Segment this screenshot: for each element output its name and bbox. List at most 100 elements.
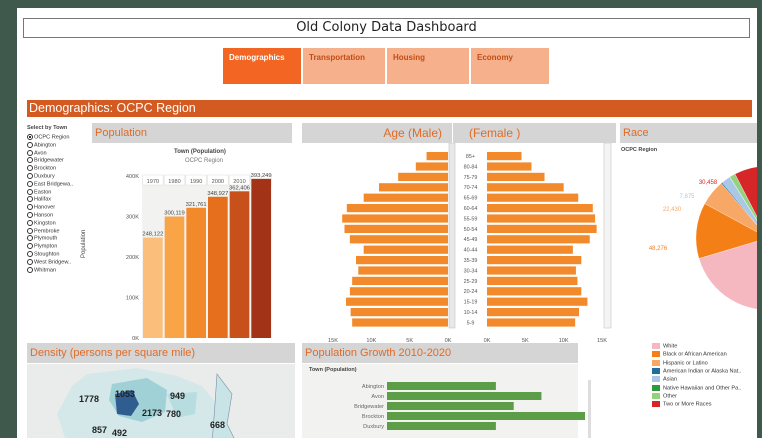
- age-male-title: Age (Male): [302, 123, 452, 143]
- tab-demographics[interactable]: Demographics: [223, 48, 301, 84]
- age-group-label: 15-19: [464, 300, 478, 306]
- town-option[interactable]: Easton: [27, 188, 52, 196]
- legend-item: Asian: [652, 376, 677, 383]
- town-option[interactable]: Hanson: [27, 212, 53, 218]
- legend-item: Native Hawaiian and Other Pa..: [652, 384, 741, 391]
- bar-value-label: 393,249: [251, 173, 272, 179]
- age-group-label: 80-84: [464, 164, 478, 170]
- density-map[interactable]: 1778 1053 949 2173 780 668 857 492: [27, 364, 295, 438]
- radio-icon[interactable]: [27, 134, 33, 140]
- town-option[interactable]: Plympton: [27, 243, 57, 250]
- radio-icon[interactable]: [27, 204, 33, 211]
- tab-economy[interactable]: Economy: [471, 48, 549, 84]
- age-group-label: 70-74: [464, 185, 478, 191]
- male-age-bar: [350, 308, 448, 317]
- x-tick-label: 1990: [190, 179, 202, 185]
- town-option-label: Easton: [34, 189, 52, 196]
- radio-icon[interactable]: [27, 266, 33, 273]
- y-tick-label: 100K: [126, 296, 139, 302]
- male-age-bar: [342, 214, 448, 223]
- population-ylabel: Population: [81, 229, 87, 258]
- growth-town-label: Bridgewater: [354, 404, 384, 410]
- growth-bar: [387, 412, 585, 420]
- female-age-bar: [487, 193, 579, 202]
- growth-bar: [387, 382, 496, 390]
- age-group-label: 20-24: [464, 289, 478, 295]
- radio-icon[interactable]: [27, 165, 33, 172]
- y-tick-label: 300K: [126, 215, 139, 221]
- female-age-bar: [487, 172, 545, 181]
- radio-icon[interactable]: [27, 188, 33, 195]
- radio-icon[interactable]: [27, 141, 33, 148]
- town-option[interactable]: Plymouth: [27, 235, 58, 242]
- radio-icon[interactable]: [27, 149, 33, 156]
- radio-icon[interactable]: [27, 173, 33, 179]
- town-option[interactable]: Brockton: [27, 165, 56, 172]
- town-option[interactable]: Stoughton: [27, 251, 60, 257]
- radio-icon[interactable]: [27, 243, 33, 250]
- town-option[interactable]: Kingston: [27, 219, 56, 227]
- town-option[interactable]: Abington: [27, 141, 57, 149]
- male-age-bar: [349, 287, 448, 296]
- town-option-label: Abington: [34, 142, 57, 149]
- radio-icon[interactable]: [27, 251, 33, 257]
- town-option[interactable]: Halifax: [27, 196, 51, 203]
- tab-housing[interactable]: Housing: [387, 48, 469, 84]
- town-option-label: Stoughton: [34, 251, 60, 258]
- density-label: 949: [170, 391, 185, 401]
- radio-icon[interactable]: [27, 219, 33, 226]
- x-tick-label: 1970: [147, 179, 159, 185]
- race-pie-chart: 30,458 7,875 22,430 48,276: [649, 166, 757, 310]
- female-x-tick-label: 15K: [597, 338, 607, 343]
- town-option-label: East Bridgewa..: [34, 181, 74, 188]
- female-age-bar: [487, 183, 564, 192]
- radio-icon[interactable]: [27, 180, 33, 187]
- radio-icon[interactable]: [27, 196, 33, 203]
- pie-value-label: 30,458: [699, 180, 718, 186]
- town-option[interactable]: Bridgewater: [27, 157, 64, 164]
- legend-label: Asian: [663, 376, 677, 383]
- town-selector-label: Select by Town: [27, 125, 68, 131]
- density-label: 2173: [142, 408, 162, 418]
- town-option-label: Hanson: [34, 212, 54, 219]
- female-age-bar: [487, 308, 579, 317]
- density-panel-title: Density (persons per square mile): [27, 343, 295, 363]
- radio-icon[interactable]: [27, 235, 33, 242]
- male-age-bar: [379, 183, 448, 192]
- town-option[interactable]: Hanover: [27, 204, 55, 211]
- town-option-label: Plymouth: [34, 235, 58, 242]
- y-tick-label: 400K: [126, 174, 139, 180]
- town-option-label: Whitman: [34, 267, 57, 274]
- tab-transportation[interactable]: Transportation: [303, 48, 385, 84]
- town-option-label: Kingston: [34, 220, 56, 227]
- town-option[interactable]: East Bridgewa..: [27, 180, 74, 188]
- male-age-bar: [349, 235, 448, 244]
- town-option[interactable]: Pembroke: [27, 227, 60, 234]
- legend-label: Two or More Races: [663, 401, 712, 408]
- town-option[interactable]: Avon: [27, 149, 47, 157]
- age-group-label: 65-69: [464, 196, 478, 202]
- female-age-bar: [487, 204, 593, 213]
- town-option-label: Avon: [34, 150, 47, 157]
- town-option[interactable]: OCPC Region: [27, 134, 69, 140]
- radio-icon[interactable]: [27, 212, 33, 218]
- radio-icon[interactable]: [27, 227, 33, 234]
- town-option[interactable]: Duxbury: [27, 173, 55, 179]
- legend-swatch: [652, 351, 660, 358]
- density-label: 492: [112, 428, 127, 438]
- age-group-label: 75-79: [464, 175, 478, 181]
- population-bar: [251, 178, 271, 338]
- town-option[interactable]: West Bridgew..: [27, 258, 71, 265]
- legend-item: Hispanic or Latino: [652, 359, 708, 366]
- x-tick-label: 2000: [212, 179, 224, 185]
- town-option[interactable]: Whitman: [27, 266, 57, 274]
- growth-panel-title: Population Growth 2010-2020: [302, 343, 578, 363]
- legend-item: White: [652, 343, 677, 349]
- radio-icon[interactable]: [27, 157, 33, 164]
- population-chart: 0K 100K 200K 300K 400K 1970 248,122 1980 300,119…: [126, 173, 272, 342]
- female-age-bar: [487, 318, 576, 327]
- age-pyramid-chart: 85+ 80-84 75-79 70-74 65-69 60-64 55-59 50-54 45…: [302, 143, 612, 343]
- y-tick-label: 0K: [132, 336, 139, 342]
- radio-icon[interactable]: [27, 258, 33, 265]
- male-age-bar: [346, 204, 448, 213]
